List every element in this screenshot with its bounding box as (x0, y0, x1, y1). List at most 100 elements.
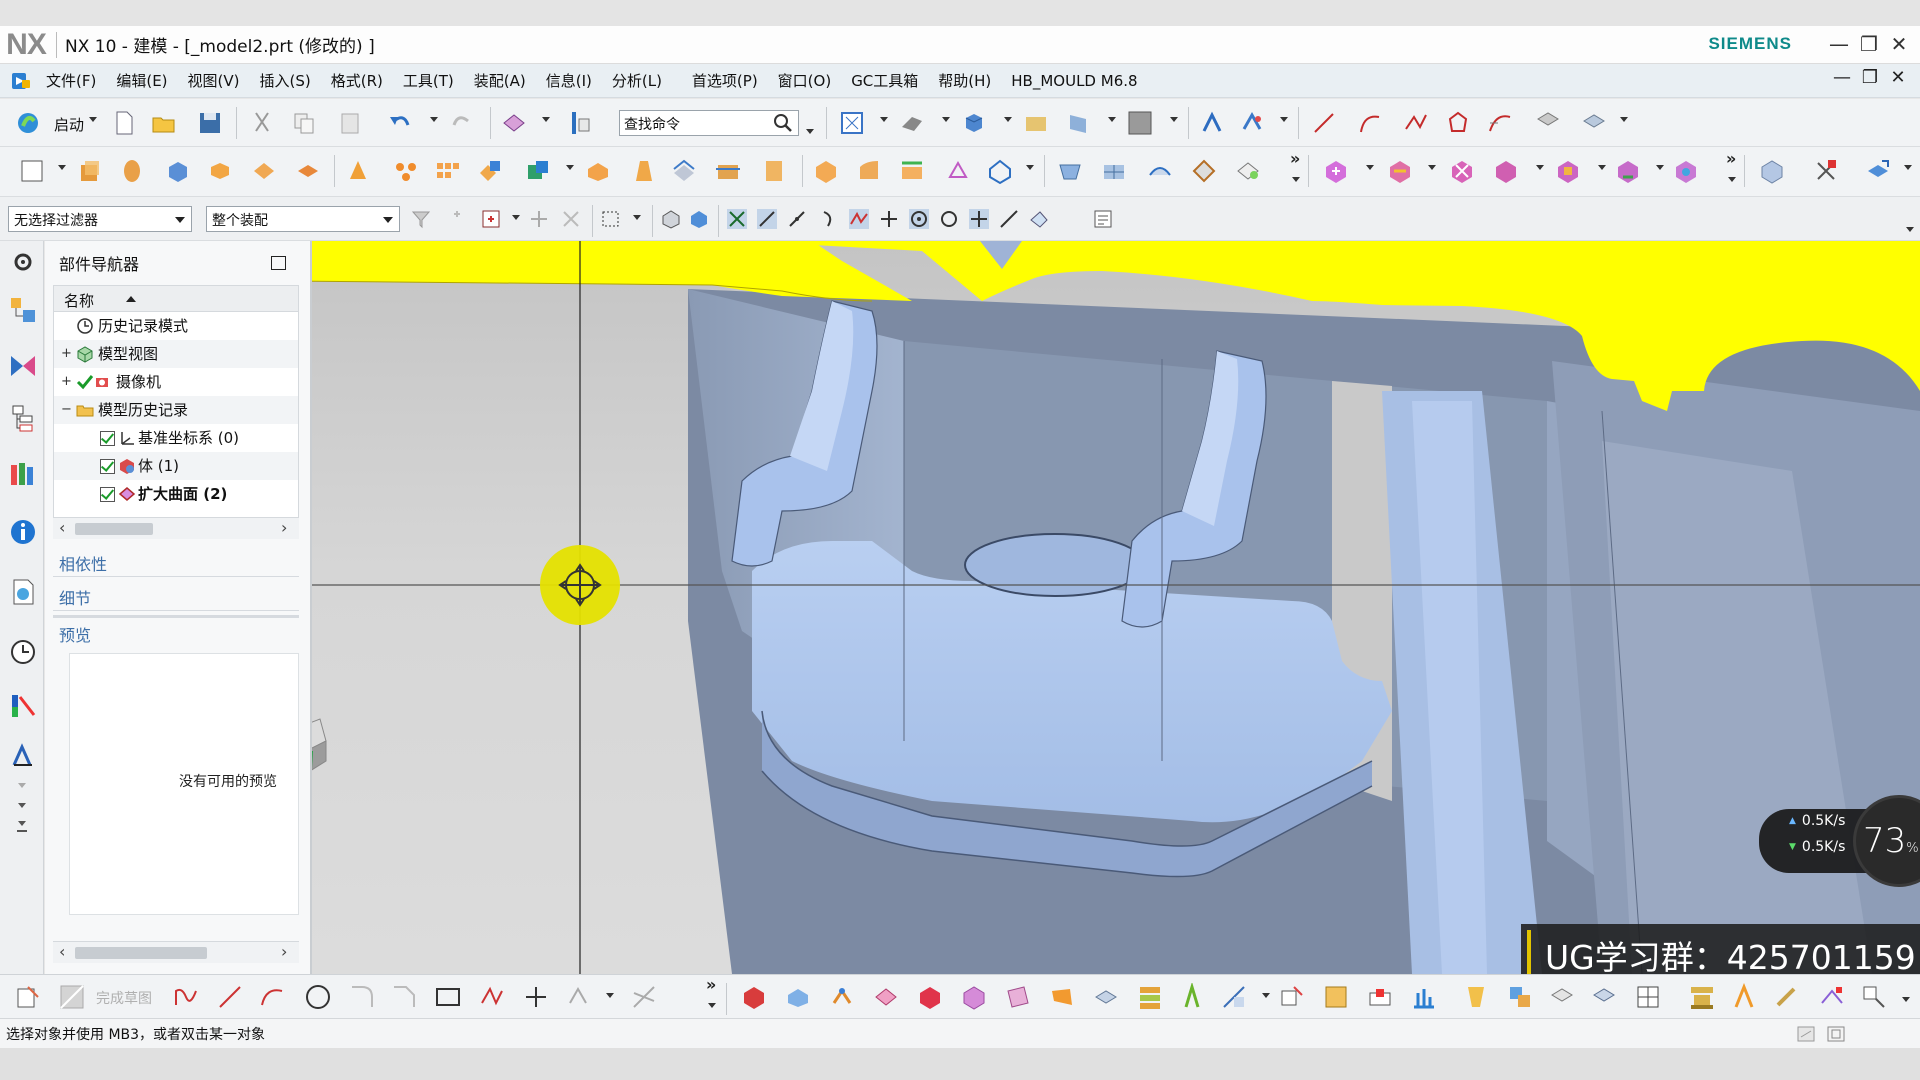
box-body-icon[interactable] (740, 983, 768, 1011)
ruled-surface-icon[interactable] (1146, 157, 1174, 185)
existing-point-icon[interactable] (968, 208, 990, 230)
through-curves-icon[interactable] (898, 157, 926, 185)
mold-section-icon[interactable] (1634, 983, 1662, 1011)
part-navigator-icon[interactable] (8, 403, 38, 433)
menu-hb-mould[interactable]: HB_MOULD M6.8 (1011, 72, 1137, 90)
rectangle-select-icon[interactable] (600, 208, 622, 230)
wcs-icon[interactable] (1238, 109, 1266, 137)
selection-scope-select[interactable]: 整个装配 (206, 206, 400, 232)
mold-insert-icon[interactable] (1554, 157, 1582, 185)
pattern-feature-icon[interactable] (392, 157, 420, 185)
save-icon[interactable] (196, 109, 224, 137)
remove-params-icon[interactable] (1812, 157, 1840, 185)
move-object-icon[interactable] (1198, 109, 1226, 137)
menu-help[interactable]: 帮助(H) (938, 70, 991, 91)
mold-measure-icon[interactable] (1220, 983, 1248, 1011)
mold-stack-icon[interactable] (1136, 983, 1164, 1011)
chevron-left-icon[interactable]: ‹ (59, 942, 65, 961)
mold-split-icon[interactable] (1448, 157, 1476, 185)
scrollbar-thumb[interactable] (75, 947, 207, 959)
quadrant-point-icon[interactable] (908, 208, 930, 230)
point-on-curve-icon[interactable] (998, 208, 1020, 230)
finish-sketch-icon[interactable] (58, 983, 86, 1011)
mold-runner-icon[interactable] (828, 983, 856, 1011)
intersection-point-icon[interactable] (848, 208, 870, 230)
copy-icon[interactable] (290, 109, 318, 137)
search-icon[interactable] (772, 112, 794, 134)
expand-icon[interactable]: + (61, 368, 72, 396)
emboss-icon[interactable] (344, 157, 372, 185)
sketch-trim-icon[interactable] (630, 983, 658, 1011)
revolve-icon[interactable] (118, 157, 146, 185)
sketch-chamfer-icon[interactable] (390, 983, 418, 1011)
visibility-checkbox[interactable] (100, 459, 115, 474)
scrollbar-thumb[interactable] (75, 523, 153, 535)
mold-plate-icon[interactable] (784, 983, 812, 1011)
mold-core-icon[interactable] (916, 983, 944, 1011)
menu-preferences[interactable]: 首选项(P) (692, 70, 758, 91)
work-layer-icon[interactable] (1066, 109, 1094, 137)
start-button[interactable]: 启动 (54, 114, 84, 135)
enlarge-surface-icon[interactable] (1234, 157, 1262, 185)
shell-icon[interactable] (584, 157, 612, 185)
mold-wizard-icon[interactable] (1322, 157, 1350, 185)
profile-icon[interactable] (172, 983, 200, 1011)
control-point-icon[interactable] (818, 208, 840, 230)
role-icon[interactable] (8, 741, 38, 771)
history-icon[interactable] (8, 637, 38, 667)
mold-ejector-icon[interactable] (1178, 983, 1206, 1011)
sketch-arc-icon[interactable] (258, 983, 286, 1011)
sketch-polygon-icon[interactable] (478, 983, 506, 1011)
resource-bar-scroll-icon[interactable] (10, 781, 34, 841)
doc-close-button[interactable]: ✕ (1886, 67, 1910, 88)
doc-restore-button[interactable]: ❐ (1858, 67, 1882, 88)
select-body-icon[interactable] (660, 208, 682, 230)
pattern-array-icon[interactable] (434, 157, 462, 185)
select-solid-icon[interactable] (688, 208, 710, 230)
general-selection-icon[interactable] (450, 208, 472, 230)
mold-cam-icon[interactable] (1548, 983, 1576, 1011)
extend-surface-icon[interactable] (1048, 983, 1076, 1011)
edit-object-display-icon[interactable] (500, 109, 528, 137)
more-mold-icon[interactable]: » (1726, 149, 1736, 168)
mold-pocket-icon[interactable] (1366, 983, 1394, 1011)
menu-assembly[interactable]: 装配(A) (474, 70, 526, 91)
mid-point-icon[interactable] (786, 208, 808, 230)
mesh-surface-icon[interactable] (944, 157, 972, 185)
finish-sketch-label[interactable]: 完成草图 (96, 988, 152, 1008)
mold-drawing-icon[interactable] (1462, 983, 1490, 1011)
web-browser-icon[interactable] (8, 577, 38, 607)
circle-point-icon[interactable] (938, 208, 960, 230)
preview-section[interactable]: 预览 (53, 615, 299, 645)
doc-minimize-button[interactable]: — (1830, 67, 1854, 88)
visibility-checkbox[interactable] (100, 431, 115, 446)
filter-reset-icon[interactable] (410, 208, 432, 230)
select-feature-icon[interactable] (528, 208, 550, 230)
sketch-fillet-icon[interactable] (348, 983, 376, 1011)
line-icon[interactable] (1310, 109, 1338, 137)
edge-blend-icon[interactable] (812, 157, 840, 185)
snap-settings-icon[interactable] (1092, 208, 1114, 230)
fit-view-icon[interactable] (838, 109, 866, 137)
sketch-circle-icon[interactable] (304, 983, 332, 1011)
snap-point-select-icon[interactable] (480, 208, 502, 230)
menu-insert[interactable]: 插入(S) (260, 70, 311, 91)
menu-window[interactable]: 窗口(O) (778, 70, 832, 91)
arc-icon[interactable] (1356, 109, 1384, 137)
boss-icon[interactable] (294, 157, 322, 185)
export-icon[interactable] (1864, 157, 1892, 185)
bounded-plane-icon[interactable] (1190, 157, 1218, 185)
information-icon[interactable] (566, 109, 594, 137)
offset-face-icon[interactable] (670, 157, 698, 185)
menu-tools[interactable]: 工具(T) (403, 70, 454, 91)
tree-horizontal-scrollbar[interactable]: ‹ › (53, 517, 299, 539)
collapse-icon[interactable]: − (61, 396, 72, 424)
panel-horizontal-scrollbar[interactable]: ‹ › (53, 941, 299, 963)
full-screen-icon[interactable] (1826, 1024, 1846, 1044)
menu-edit[interactable]: 编辑(E) (116, 70, 167, 91)
menu-format[interactable]: 格式(R) (331, 70, 383, 91)
minimize-button[interactable]: — (1826, 30, 1852, 58)
mold-tool-icon[interactable] (1386, 157, 1414, 185)
render-style-icon[interactable] (960, 109, 988, 137)
polygon-icon[interactable] (1444, 109, 1472, 137)
